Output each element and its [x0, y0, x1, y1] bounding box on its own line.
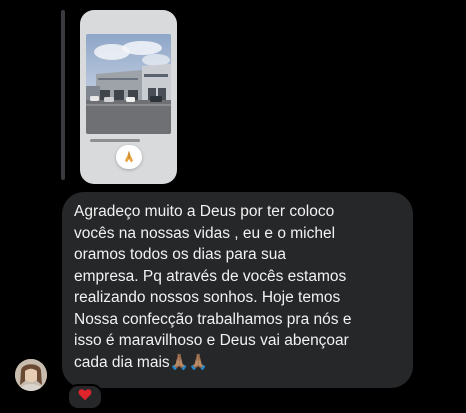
avatar[interactable]	[15, 359, 47, 391]
red-heart-icon	[78, 388, 92, 406]
praying-hands-icon	[116, 145, 142, 169]
shared-story-card[interactable]	[80, 10, 177, 184]
message-bubble[interactable]: Agradeço muito a Deus por ter coloco voc…	[62, 192, 413, 388]
story-building-photo	[86, 34, 171, 134]
story-caption-line	[90, 139, 140, 142]
message-reaction[interactable]	[67, 384, 103, 410]
story-reply-indicator	[61, 10, 65, 180]
message-text: Agradeço muito a Deus por ter coloco voc…	[74, 203, 352, 371]
